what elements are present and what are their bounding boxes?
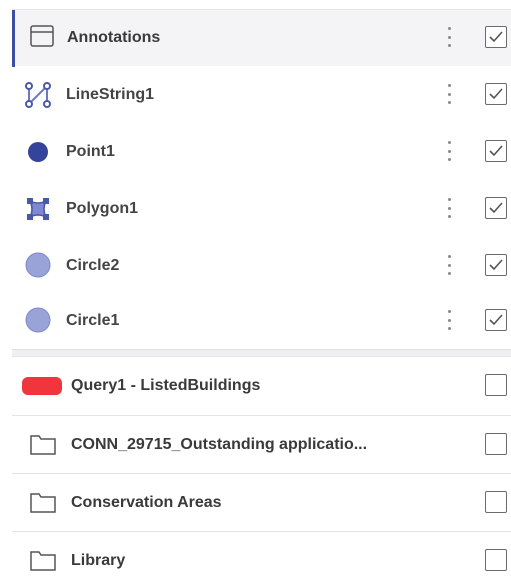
checkmark-icon [489,31,503,43]
point-icon [27,141,49,168]
item-more-icon[interactable] [445,198,453,218]
circle-icon [25,307,51,338]
layer-panel: Annotations LineString1 Point1 Polygon1 … [0,0,511,583]
annotations-group-label: Annotations [67,29,161,46]
polygon-icon [25,196,51,227]
checkmark-icon [489,314,503,326]
layer-item-conn-29715[interactable]: CONN_29715_Outstanding applicatio... [12,416,511,473]
group-folder-icon [30,25,54,52]
layer-item-conservation-areas[interactable]: Conservation Areas [12,474,511,531]
item-visibility-checkbox[interactable] [485,140,507,162]
item-more-icon[interactable] [445,141,453,161]
item-more-icon[interactable] [445,310,453,330]
layer-item-library[interactable]: Library [12,532,511,583]
annotation-item-polygon1[interactable]: Polygon1 [12,180,511,237]
layer-item-query1[interactable]: Query1 - ListedBuildings [12,357,511,414]
layer-item-label: Conservation Areas [71,494,222,511]
panel-top-strip [0,0,511,9]
checkmark-icon [489,88,503,100]
item-visibility-checkbox[interactable] [485,83,507,105]
layer-visibility-checkbox[interactable] [485,433,507,455]
folder-icon [30,491,56,518]
annotations-more-icon[interactable] [445,27,453,47]
item-visibility-checkbox[interactable] [485,309,507,331]
annotation-item-label: Polygon1 [66,200,139,217]
layer-visibility-checkbox[interactable] [485,491,507,513]
annotation-item-label: Circle2 [66,257,120,274]
checkmark-icon [489,202,503,214]
checkmark-icon [489,259,503,271]
annotations-group-row[interactable]: Annotations [12,9,511,66]
annotation-item-circle2[interactable]: Circle2 [12,237,511,294]
item-more-icon[interactable] [445,255,453,275]
item-visibility-checkbox[interactable] [485,197,507,219]
layer-item-label: CONN_29715_Outstanding applicatio... [71,436,368,453]
annotation-item-linestring1[interactable]: LineString1 [12,66,511,123]
annotation-item-label: Point1 [66,143,115,160]
group-divider [12,349,511,357]
item-more-icon[interactable] [445,84,453,104]
linestring-icon [25,82,51,113]
layer-item-label: Query1 - ListedBuildings [71,377,261,394]
layer-item-label: Library [71,552,126,569]
query-layer-swatch-icon [22,377,62,400]
annotation-item-point1[interactable]: Point1 [12,123,511,180]
layer-visibility-checkbox[interactable] [485,374,507,396]
checkmark-icon [489,145,503,157]
folder-icon [30,549,56,576]
annotation-item-circle1[interactable]: Circle1 [12,292,511,349]
annotation-item-label: Circle1 [66,312,120,329]
folder-icon [30,433,56,460]
item-visibility-checkbox[interactable] [485,254,507,276]
annotations-visibility-checkbox[interactable] [485,26,507,48]
circle-icon [25,252,51,283]
annotation-item-label: LineString1 [66,86,155,103]
layer-visibility-checkbox[interactable] [485,549,507,571]
